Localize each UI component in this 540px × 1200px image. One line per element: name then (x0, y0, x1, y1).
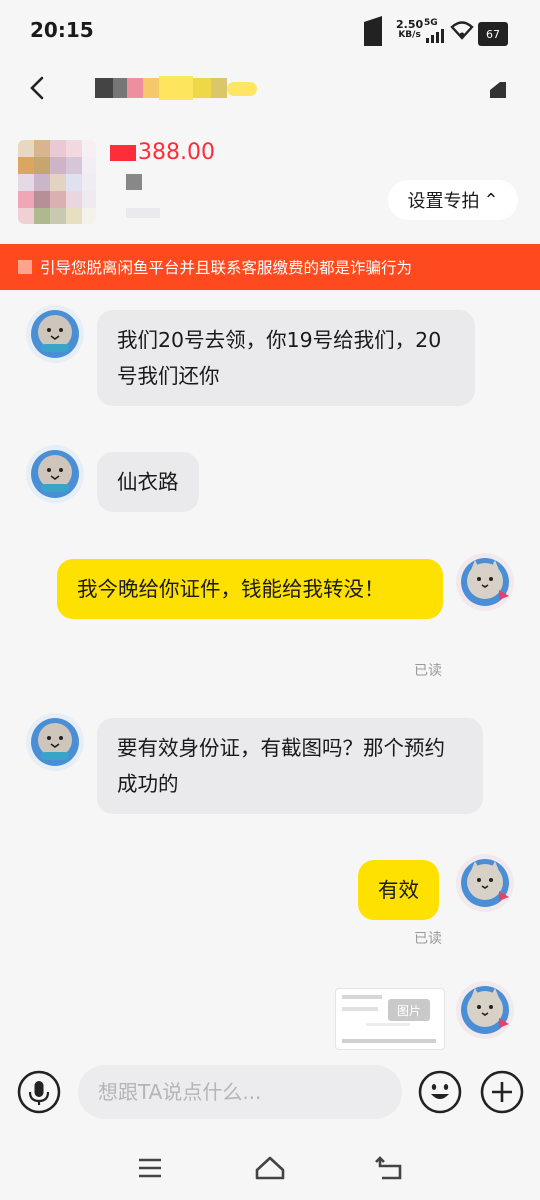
back-button[interactable] (20, 70, 56, 106)
chevron-up-icon: ⌃ (483, 189, 499, 211)
nav-menu-button[interactable] (130, 1150, 170, 1186)
chevron-left-icon (30, 76, 44, 100)
other-user-avatar[interactable] (25, 444, 85, 504)
more-button[interactable] (486, 76, 512, 102)
fraud-warning-banner: 引导您脱离闲鱼平台并且联系客服缴费的都是诈骗行为 (0, 244, 540, 290)
my-avatar[interactable] (455, 552, 515, 612)
image-overlay-label: 图片 (388, 999, 430, 1021)
settings-exclusive-label: 设置专拍 (407, 191, 480, 212)
chat-title-blurred (95, 76, 260, 100)
my-avatar[interactable] (455, 853, 515, 913)
home-icon (255, 1156, 285, 1180)
microphone-icon (17, 1070, 61, 1114)
message-text: 要有效身份证，有截图吗？那个预约成功的 (117, 736, 445, 796)
battery-icon: 67 (478, 22, 508, 46)
product-thumbnail[interactable] (18, 140, 96, 224)
cell-signal-icon: 5G (424, 19, 446, 47)
product-title-blurred (126, 174, 142, 190)
message-input[interactable] (78, 1065, 402, 1119)
net-speed: 2.50 KB/s (396, 19, 423, 41)
nav-home-button[interactable] (250, 1150, 290, 1186)
other-user-avatar[interactable] (25, 304, 85, 364)
message-bubble-incoming[interactable]: 我们20号去领，你19号给我们，20号我们还你 (97, 310, 475, 406)
product-price: 388.00 (110, 140, 215, 165)
status-bar: 20:15 2.50 KB/s 5G 67 (0, 0, 540, 62)
emoji-icon (418, 1070, 462, 1114)
emoji-button[interactable] (418, 1070, 462, 1114)
settings-exclusive-button[interactable]: 设置专拍 ⌃ (388, 180, 518, 220)
voice-button[interactable] (17, 1070, 61, 1114)
plus-icon (480, 1070, 524, 1114)
read-receipt: 已读 (414, 663, 442, 679)
net-speed-value: 2.50 (396, 18, 424, 31)
more-icon (490, 82, 506, 98)
menu-icon (139, 1158, 161, 1178)
fraud-warning-text: 引导您脱离闲鱼平台并且联系客服缴费的都是诈骗行为 (40, 259, 413, 277)
wifi-icon (450, 20, 474, 44)
message-text: 仙衣路 (117, 470, 179, 494)
signal-notch-icon (364, 16, 382, 46)
more-actions-button[interactable] (480, 1070, 524, 1114)
back-arrow-icon (375, 1156, 402, 1180)
message-bubble-incoming[interactable]: 仙衣路 (97, 452, 199, 512)
image-message[interactable]: 图片 (335, 988, 445, 1050)
message-bubble-incoming[interactable]: 要有效身份证，有截图吗？那个预约成功的 (97, 718, 483, 814)
message-text: 我们20号去领，你19号给我们，20号我们还你 (117, 328, 442, 388)
message-bubble-outgoing[interactable]: 有效 (358, 860, 439, 920)
net-speed-unit: KB/s (398, 30, 421, 40)
battery-level: 67 (486, 27, 500, 41)
message-bubble-outgoing[interactable]: 我今晚给你证件，钱能给我转没！ (57, 559, 443, 619)
product-subtitle-blurred (126, 208, 160, 218)
warning-icon (18, 260, 32, 274)
status-time: 20:15 (30, 18, 94, 42)
message-text: 我今晚给你证件，钱能给我转没！ (77, 577, 385, 601)
message-text: 有效 (378, 878, 419, 902)
read-receipt: 已读 (414, 931, 442, 947)
price-value: 388.00 (138, 140, 215, 165)
nav-back-button[interactable] (370, 1150, 410, 1186)
my-avatar[interactable] (455, 980, 515, 1040)
other-user-avatar[interactable] (25, 712, 85, 772)
price-redacted (110, 145, 136, 161)
net-type: 5G (424, 18, 438, 28)
